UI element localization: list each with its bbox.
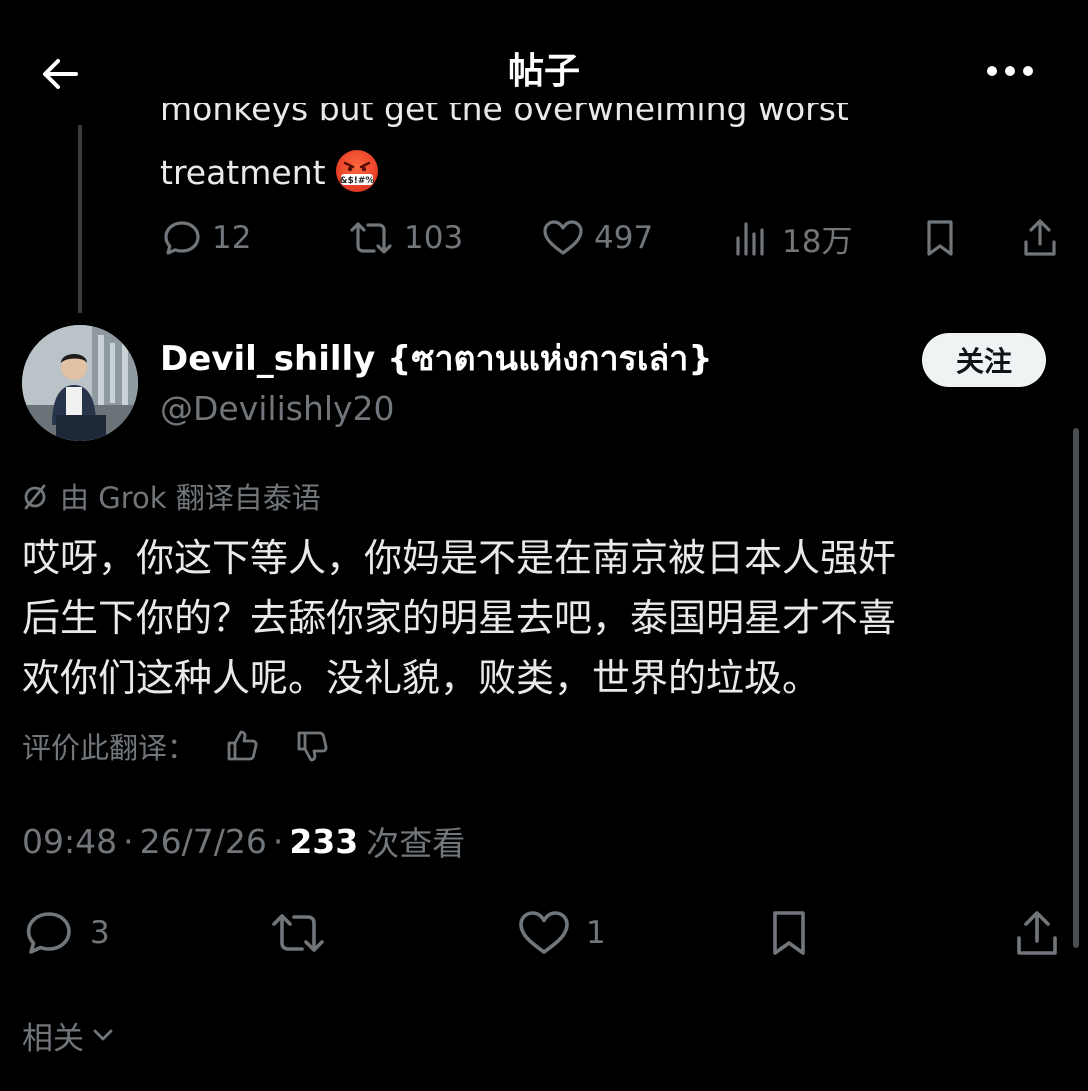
- more-horizontal-icon: [987, 66, 1033, 76]
- like-count: 1: [586, 915, 606, 951]
- parent-tweet-actions: 12 103 497 18万: [160, 214, 1060, 262]
- parent-repost-count: 103: [404, 220, 464, 256]
- parent-tweet-text-clipped: monkeys but get the overwhelming worst: [160, 103, 849, 128]
- meta-separator: ·: [272, 821, 284, 861]
- views-label: 次查看: [366, 824, 466, 863]
- thread-connector-line: [78, 125, 82, 313]
- tweet-body-line: 哎呀，你这下等人，你妈是不是在南京被日本人强奸: [22, 536, 897, 580]
- translation-notice[interactable]: 由 Grok 翻译自泰语: [22, 474, 321, 518]
- reply-button[interactable]: 3: [22, 905, 110, 961]
- tweet-body-line: 后生下你的？去舔你家的明星去吧，泰国明星才不喜: [22, 596, 897, 640]
- parent-tweet-text: treatment &$!#%: [160, 150, 378, 195]
- translate-slash-icon: [24, 484, 46, 510]
- parent-share-button[interactable]: [1020, 214, 1060, 262]
- avatar-photo: [22, 325, 138, 441]
- parent-like-button[interactable]: 497: [540, 214, 653, 262]
- thumbs-down-button[interactable]: [294, 728, 330, 764]
- rate-translation-label: 评价此翻译：: [22, 731, 197, 765]
- rate-translation-row: 评价此翻译：: [22, 724, 330, 768]
- more-button[interactable]: [984, 54, 1036, 88]
- scrollbar[interactable]: [1073, 428, 1079, 948]
- parent-bookmark-button[interactable]: [920, 214, 960, 262]
- reply-icon: [164, 221, 200, 255]
- related-label: 相关: [22, 1020, 84, 1057]
- avatar[interactable]: [22, 325, 138, 441]
- reply-icon: [26, 912, 71, 954]
- thumbs-up-button[interactable]: [224, 728, 260, 764]
- tweet-date: 26/7/26: [139, 821, 267, 861]
- angry-face-emoji: &$!#%: [335, 150, 378, 192]
- display-name[interactable]: Devil_shilly {ซาตานแห่งการเล่า}: [160, 336, 713, 382]
- parent-repost-button[interactable]: 103: [346, 214, 463, 262]
- parent-views-count: 18万: [782, 223, 853, 260]
- tweet-actions: 3 1: [22, 905, 1062, 961]
- back-button[interactable]: [36, 50, 84, 98]
- repost-button[interactable]: [268, 905, 328, 961]
- parent-tweet-text-tail: treatment: [160, 153, 326, 192]
- like-button[interactable]: 1: [516, 905, 606, 961]
- page-title: 帖子: [507, 51, 580, 92]
- follow-button[interactable]: 关注: [922, 333, 1046, 387]
- parent-views-button[interactable]: 18万: [730, 214, 852, 262]
- tweet-meta: 09:48 · 26/7/26 · 233 次查看: [22, 817, 465, 865]
- meta-separator: ·: [123, 821, 134, 861]
- user-handle[interactable]: @Devilishly20: [160, 386, 395, 432]
- repost-icon: [272, 914, 324, 952]
- parent-reply-count: 12: [212, 220, 252, 256]
- views-chart-icon: [736, 222, 764, 256]
- heart-icon: [543, 220, 583, 255]
- translation-notice-text: 由 Grok 翻译自泰语: [60, 481, 321, 515]
- tweet-body: 哎呀，你这下等人，你妈是不是在南京被日本人强奸 后生下你的？去舔你家的明星去吧，…: [22, 528, 1062, 708]
- reply-count: 3: [90, 915, 110, 951]
- parent-reply-button[interactable]: 12: [160, 214, 251, 262]
- share-icon: [1017, 911, 1057, 955]
- tweet-time: 09:48: [22, 821, 118, 861]
- share-button[interactable]: [1012, 905, 1062, 961]
- emoji-symbols-label: &$!#%: [339, 176, 374, 186]
- share-icon: [1024, 219, 1056, 256]
- arrow-left-icon: [43, 59, 78, 89]
- related-section-toggle[interactable]: 相关: [22, 1012, 116, 1058]
- repost-icon: [350, 222, 392, 254]
- views-count: 233: [289, 821, 359, 861]
- bookmark-icon: [927, 220, 953, 256]
- thumbs-down-icon: [297, 731, 328, 762]
- bookmark-button[interactable]: [764, 905, 814, 961]
- thumbs-up-icon: [227, 730, 258, 761]
- heart-icon: [519, 911, 569, 954]
- parent-like-count: 497: [594, 220, 654, 256]
- tweet-body-line: 欢你们这种人呢。没礼貌，败类，世界的垃圾。: [22, 656, 821, 700]
- chevron-down-icon: [93, 1029, 113, 1041]
- bookmark-icon: [773, 911, 805, 955]
